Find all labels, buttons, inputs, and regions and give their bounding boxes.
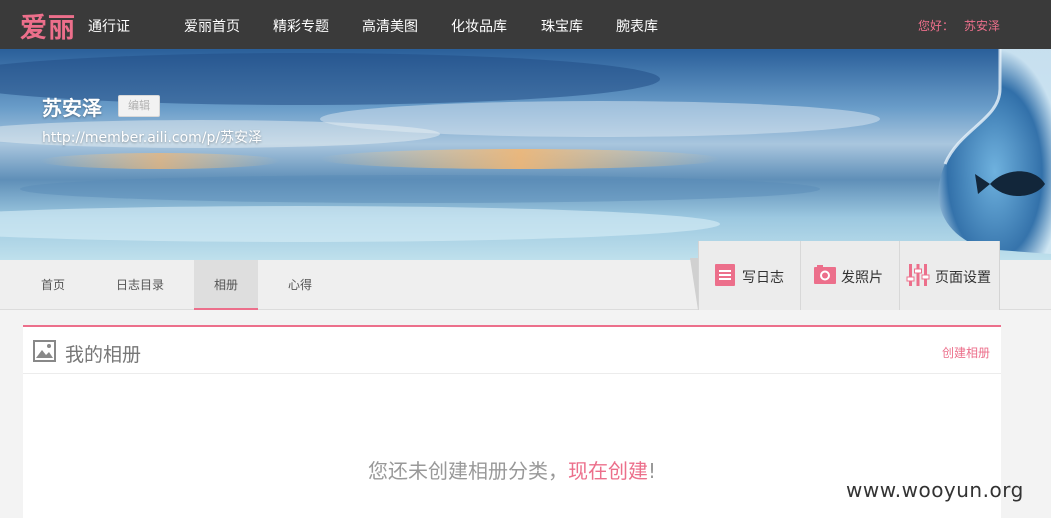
page-settings-label: 页面设置 (935, 270, 991, 286)
album-title: 我的相册 (65, 344, 142, 366)
write-blog-button[interactable]: 写日志 (699, 241, 800, 310)
nav-photos[interactable]: 高清美图 (362, 16, 418, 36)
document-icon (715, 264, 735, 286)
header-username[interactable]: 苏安泽 (964, 19, 1000, 33)
site-logo[interactable]: 爱丽 (20, 6, 76, 45)
nav-home[interactable]: 爱丽首页 (184, 16, 240, 36)
tab-album[interactable]: 相册 (194, 260, 258, 310)
top-bar: 爱丽 通行证 爱丽首页 精彩专题 高清美图 化妆品库 珠宝库 腕表库 您好： 苏安… (0, 0, 1051, 49)
camera-icon (814, 265, 836, 284)
sliders-icon (906, 264, 930, 286)
nav-watches[interactable]: 腕表库 (616, 16, 658, 36)
post-photo-label: 发照片 (841, 270, 883, 286)
album-panel-header: 我的相册 创建相册 (23, 327, 1001, 374)
tab-blog-index[interactable]: 日志目录 (104, 260, 176, 310)
passport-label[interactable]: 通行证 (88, 16, 130, 36)
nav-cosmetics[interactable]: 化妆品库 (451, 16, 507, 36)
nav-topics[interactable]: 精彩专题 (273, 16, 329, 36)
profile-name: 苏安泽 (42, 96, 102, 120)
page-settings-button[interactable]: 页面设置 (900, 241, 1000, 310)
nav-jewelry[interactable]: 珠宝库 (541, 16, 583, 36)
actions-corner-shade (690, 258, 698, 310)
user-greeting: 您好： 苏安泽 (918, 17, 1000, 34)
tab-home[interactable]: 首页 (18, 260, 88, 310)
create-album-link[interactable]: 创建相册 (942, 344, 990, 361)
empty-album-suffix: ! (647, 459, 657, 483)
create-now-link[interactable]: 现在创建 (568, 459, 648, 483)
banner-artwork (0, 49, 1051, 254)
action-toolbar: 写日志 发照片 页面设置 (698, 241, 1000, 310)
profile-url[interactable]: http://member.aili.com/p/苏安泽 (42, 127, 262, 147)
greeting-label: 您好： (918, 19, 955, 33)
post-photo-button[interactable]: 发照片 (801, 241, 899, 310)
watermark: www.wooyun.org (846, 478, 1024, 502)
write-blog-label: 写日志 (742, 270, 784, 286)
empty-album-text: 您还未创建相册分类， (367, 459, 568, 483)
image-icon (33, 340, 56, 362)
tab-notes[interactable]: 心得 (270, 260, 330, 310)
profile-banner: 苏安泽 编辑 http://member.aili.com/p/苏安泽 (0, 49, 1051, 260)
edit-profile-button[interactable]: 编辑 (118, 95, 160, 117)
